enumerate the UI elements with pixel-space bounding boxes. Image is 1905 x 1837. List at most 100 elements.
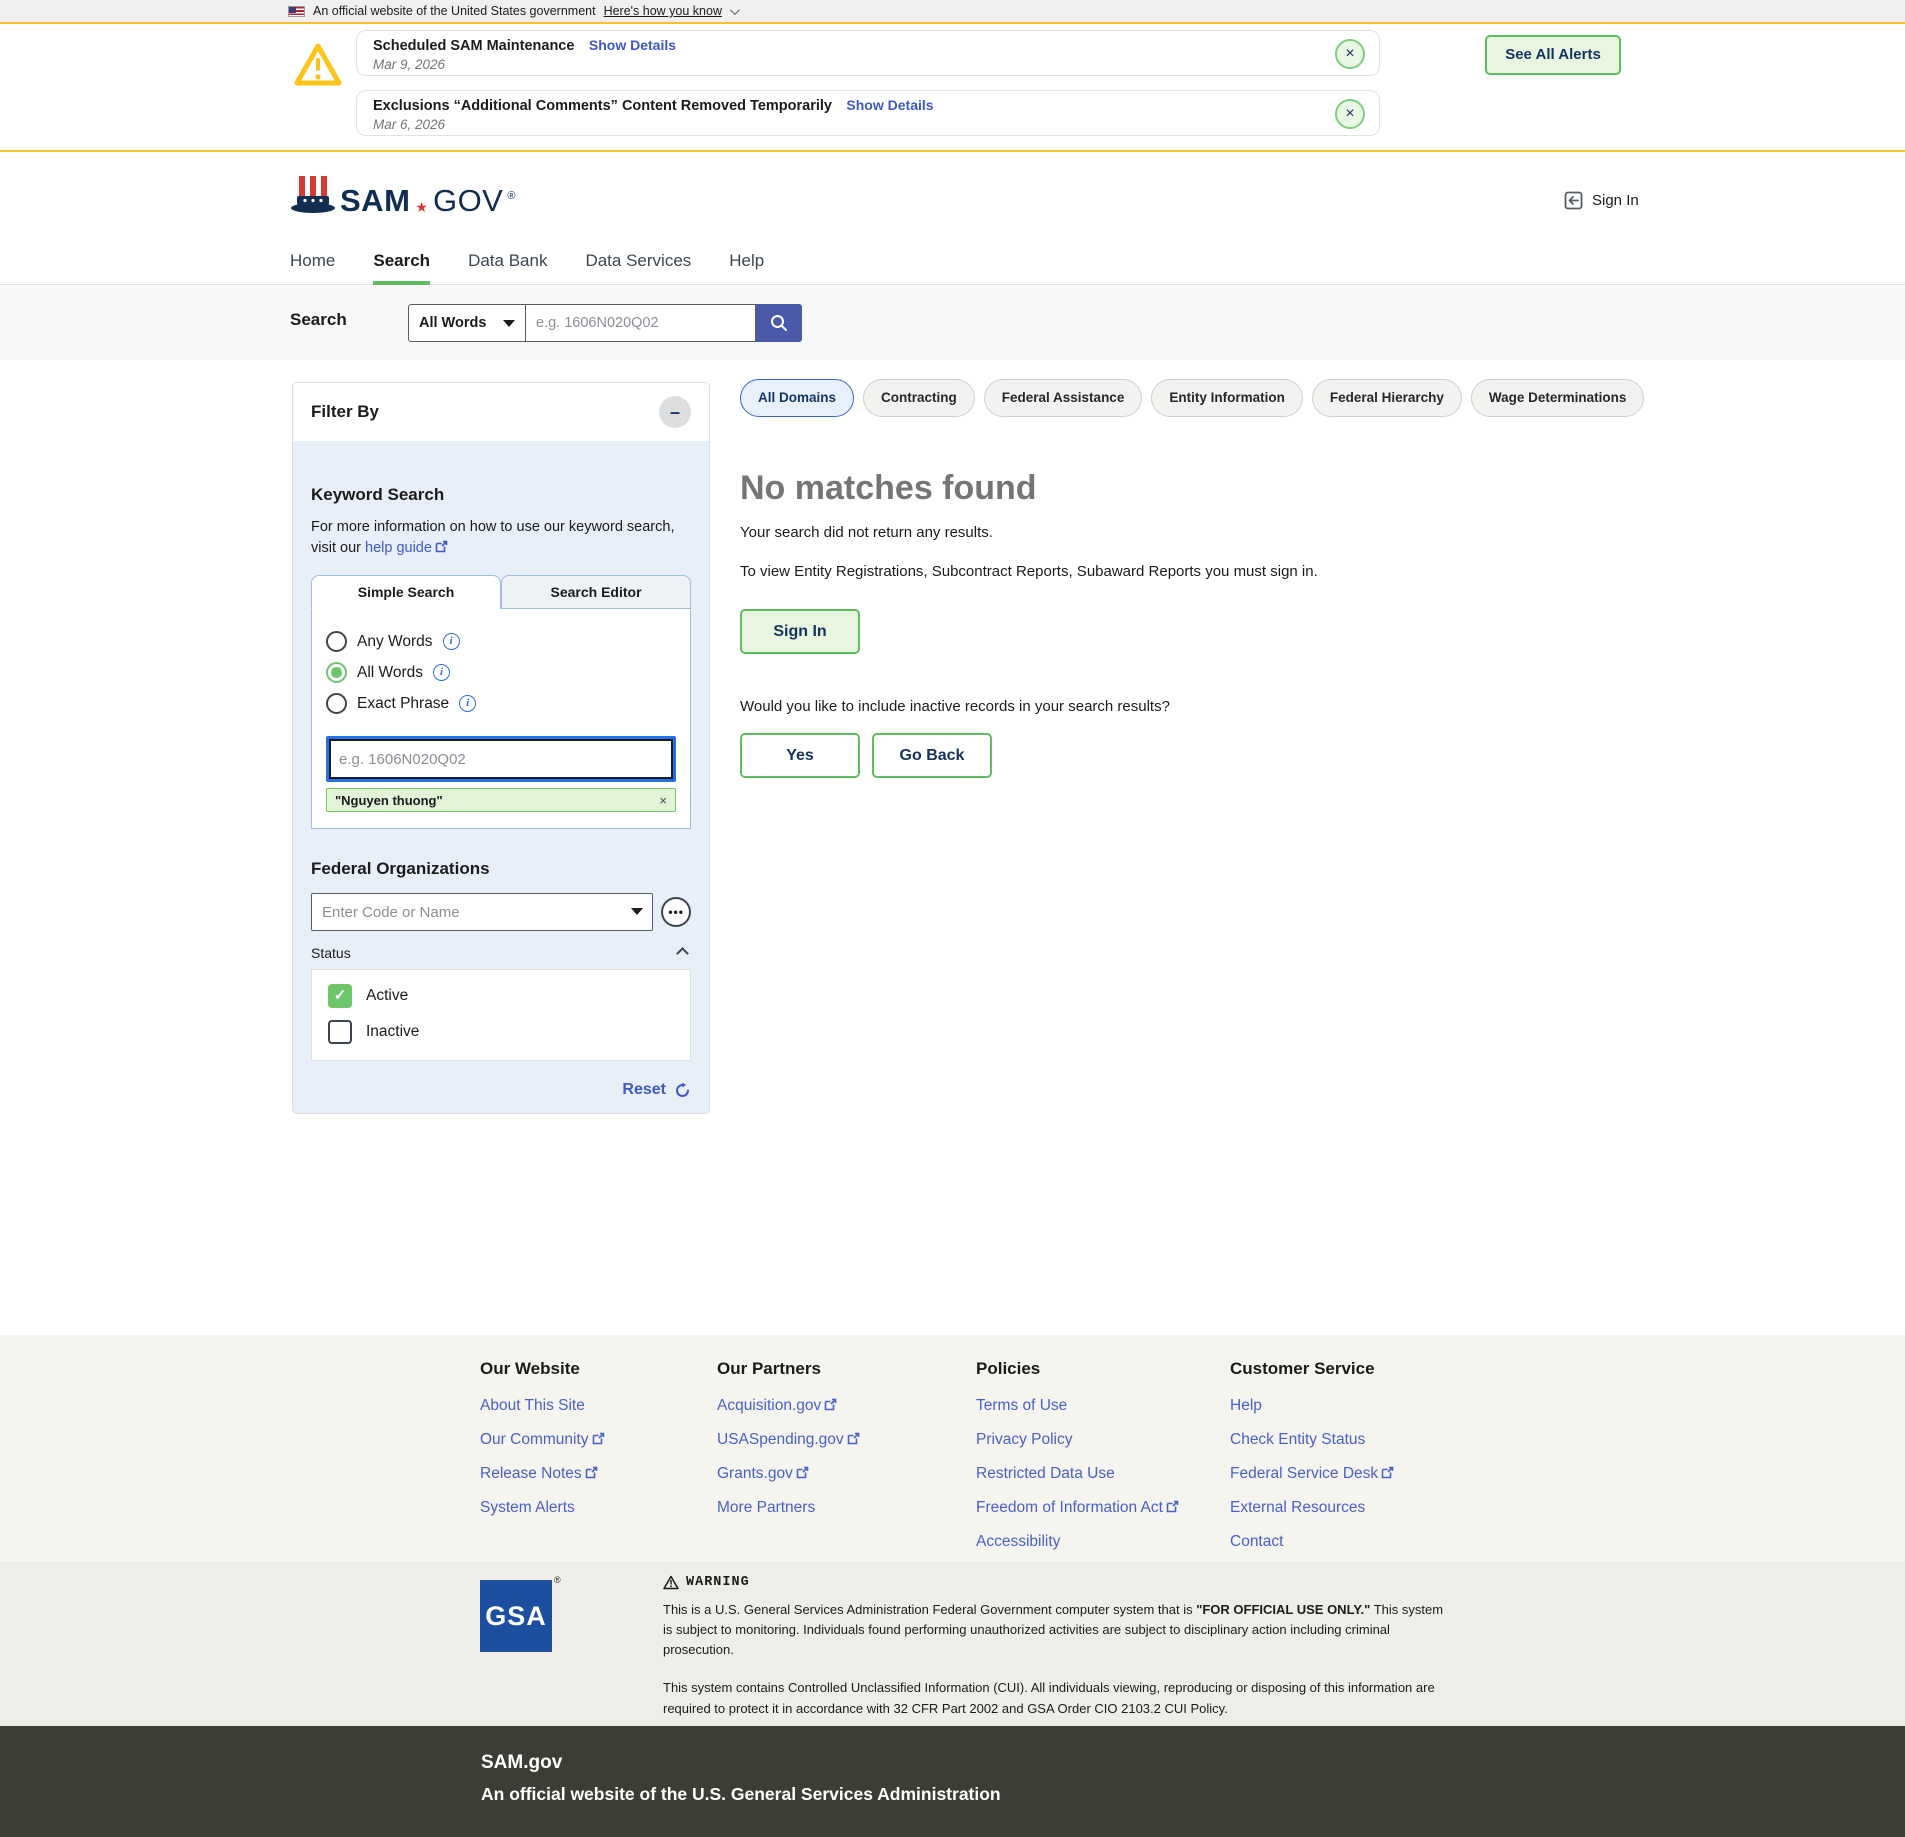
domain-tab-all-domains[interactable]: All Domains xyxy=(740,379,854,417)
domain-tab-federal-hierarchy[interactable]: Federal Hierarchy xyxy=(1312,379,1462,417)
radio-exact-phrase[interactable] xyxy=(326,693,347,714)
domain-tab-entity-information[interactable]: Entity Information xyxy=(1151,379,1303,417)
go-back-button[interactable]: Go Back xyxy=(872,733,992,778)
alert-date: Mar 9, 2026 xyxy=(373,57,1363,72)
show-details-link[interactable]: Show Details xyxy=(846,97,933,113)
warning-title: WARNING xyxy=(663,1575,1453,1590)
help-guide-link[interactable]: help guide xyxy=(365,540,432,556)
footer-link-more-partners[interactable]: More Partners xyxy=(717,1499,860,1517)
logo-registered-mark: ® xyxy=(507,190,515,202)
status-section-toggle[interactable]: Status xyxy=(311,945,691,961)
filter-by-title: Filter By xyxy=(311,402,379,422)
close-icon: × xyxy=(1345,105,1354,122)
footer-link-federal-service-desk[interactable]: Federal Service Desk xyxy=(1230,1465,1394,1483)
gsa-registered-mark: ® xyxy=(554,1575,561,1585)
inactive-records-question: Would you like to include inactive recor… xyxy=(740,698,1570,715)
reset-link[interactable]: Reset xyxy=(622,1081,666,1099)
dark-footer: SAM.gov An official website of the U.S. … xyxy=(0,1726,1905,1837)
footer-link-acquisition-gov[interactable]: Acquisition.gov xyxy=(717,1397,860,1415)
caret-down-icon[interactable] xyxy=(631,908,643,915)
filter-panel: Filter By – Keyword Search For more info… xyxy=(292,382,710,1114)
info-icon[interactable]: i xyxy=(433,664,450,681)
radio-any-words[interactable] xyxy=(326,631,347,652)
show-details-link[interactable]: Show Details xyxy=(589,37,676,53)
sam-gov-logo[interactable]: SAM★GOV ® xyxy=(290,174,515,216)
warning-paragraph-2: This system contains Controlled Unclassi… xyxy=(663,1678,1453,1718)
nav-item-data-services[interactable]: Data Services xyxy=(585,240,691,285)
see-all-alerts-button[interactable]: See All Alerts xyxy=(1485,35,1621,75)
nav-item-data-bank[interactable]: Data Bank xyxy=(468,240,547,285)
footer-link-label: Our Community xyxy=(480,1431,589,1448)
federal-org-input[interactable] xyxy=(311,893,653,931)
domain-tab-federal-assistance[interactable]: Federal Assistance xyxy=(984,379,1143,417)
footer-heading-policies: Policies xyxy=(976,1359,1179,1379)
footer-link-system-alerts[interactable]: System Alerts xyxy=(480,1499,605,1517)
checkbox-checked-icon[interactable]: ✓ xyxy=(328,984,352,1008)
nav-item-home[interactable]: Home xyxy=(290,240,335,285)
yes-button[interactable]: Yes xyxy=(740,733,860,778)
domain-tab-contracting[interactable]: Contracting xyxy=(863,379,975,417)
alert-card-maintenance: Scheduled SAM Maintenance Show Details M… xyxy=(356,30,1380,76)
footer-link-our-community[interactable]: Our Community xyxy=(480,1431,605,1449)
footer-link-accessibility[interactable]: Accessibility xyxy=(976,1533,1179,1551)
footer-link-grants-gov[interactable]: Grants.gov xyxy=(717,1465,860,1483)
footer-link-foia[interactable]: Freedom of Information Act xyxy=(976,1499,1179,1517)
footer-link-about-this-site[interactable]: About This Site xyxy=(480,1397,605,1415)
footer-link-label: Grants.gov xyxy=(717,1465,793,1482)
status-options-box: ✓ Active Inactive xyxy=(311,969,691,1061)
footer-link-label: Federal Service Desk xyxy=(1230,1465,1378,1482)
warning-title-text: WARNING xyxy=(686,1575,750,1590)
external-link-icon xyxy=(824,1398,837,1411)
nav-item-search[interactable]: Search xyxy=(373,240,430,285)
global-search-input[interactable] xyxy=(526,304,756,342)
reset-filters[interactable]: Reset xyxy=(311,1081,691,1099)
footer-link-usaspending-gov[interactable]: USASpending.gov xyxy=(717,1431,860,1449)
dark-footer-subtitle: An official website of the U.S. General … xyxy=(481,1784,1001,1805)
info-icon[interactable]: i xyxy=(459,695,476,712)
warning-triangle-icon xyxy=(293,42,343,88)
tab-search-editor[interactable]: Search Editor xyxy=(501,575,691,609)
footer-link-terms-of-use[interactable]: Terms of Use xyxy=(976,1397,1179,1415)
tab-simple-search[interactable]: Simple Search xyxy=(311,575,501,609)
close-alert-button[interactable]: × xyxy=(1335,39,1365,69)
status-option-active[interactable]: ✓ Active xyxy=(328,984,674,1008)
keyword-search-input[interactable] xyxy=(329,739,673,779)
footer-link-privacy-policy[interactable]: Privacy Policy xyxy=(976,1431,1179,1449)
close-alert-button[interactable]: × xyxy=(1335,99,1365,129)
simple-search-panel: Any Words i All Words i Exact Phrase i xyxy=(311,609,691,829)
search-label: Search xyxy=(290,310,347,330)
no-matches-heading: No matches found xyxy=(740,469,1570,508)
warning-paragraph-1: This is a U.S. General Services Administ… xyxy=(663,1600,1453,1660)
footer-link-release-notes[interactable]: Release Notes xyxy=(480,1465,605,1483)
nav-item-help[interactable]: Help xyxy=(729,240,764,285)
chip-close-icon[interactable]: × xyxy=(659,793,667,808)
chevron-up-icon xyxy=(676,947,689,960)
search-mode-select[interactable]: All Words xyxy=(408,304,526,342)
footer-link-help[interactable]: Help xyxy=(1230,1397,1394,1415)
sign-in-label: Sign In xyxy=(1592,192,1639,209)
how-you-know-link[interactable]: Here's how you know xyxy=(604,4,722,18)
footer-link-check-entity-status[interactable]: Check Entity Status xyxy=(1230,1431,1394,1449)
sign-in-link[interactable]: Sign In xyxy=(1563,190,1639,211)
info-icon[interactable]: i xyxy=(443,633,460,650)
radio-all-words[interactable] xyxy=(326,662,347,683)
footer-link-external-resources[interactable]: External Resources xyxy=(1230,1499,1394,1517)
search-band: Search All Words xyxy=(0,286,1905,360)
checkbox-unchecked-icon[interactable] xyxy=(328,1020,352,1044)
keyword-search-heading: Keyword Search xyxy=(311,485,691,505)
footer-link-restricted-data-use[interactable]: Restricted Data Use xyxy=(976,1465,1179,1483)
more-options-button[interactable]: ••• xyxy=(661,897,691,927)
footer-link-label: Release Notes xyxy=(480,1465,582,1482)
gov-banner: An official website of the United States… xyxy=(0,0,1905,22)
footer-heading-our-website: Our Website xyxy=(480,1359,605,1379)
status-option-inactive[interactable]: Inactive xyxy=(328,1020,674,1044)
site-header: SAM★GOV ® Sign In xyxy=(0,152,1905,240)
sign-in-button[interactable]: Sign In xyxy=(740,609,860,654)
collapse-filters-button[interactable]: – xyxy=(659,396,691,428)
domain-tab-wage-determinations[interactable]: Wage Determinations xyxy=(1471,379,1645,417)
logo-sam-text: SAM xyxy=(340,185,410,216)
footer-link-contact[interactable]: Contact xyxy=(1230,1533,1394,1551)
logo-star-icon: ★ xyxy=(415,200,428,214)
warning-icon xyxy=(663,1575,679,1590)
search-button[interactable] xyxy=(756,304,802,342)
